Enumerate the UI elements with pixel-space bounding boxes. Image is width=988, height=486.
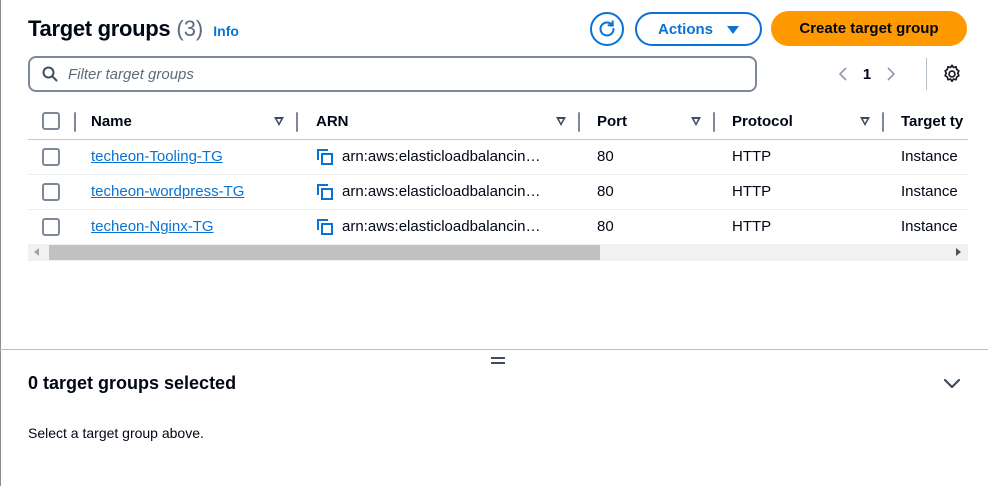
chevron-left-icon <box>838 67 847 81</box>
target-type-value: Instance <box>901 218 958 236</box>
column-header-port[interactable]: Port <box>580 104 715 140</box>
sort-icon[interactable] <box>556 116 566 126</box>
sort-icon[interactable] <box>691 116 701 126</box>
target-group-link[interactable]: techeon-wordpress-TG <box>91 183 244 200</box>
column-label-port: Port <box>597 112 627 130</box>
target-groups-table: Name ARN Port Protocol Target ty techeon… <box>28 104 968 244</box>
column-header-target-type[interactable]: Target ty <box>884 104 968 140</box>
drag-handle-icon[interactable] <box>491 357 505 365</box>
protocol-value: HTTP <box>732 183 772 200</box>
protocol-value: HTTP <box>732 148 772 165</box>
title-group: Target groups (3) Info <box>28 16 239 42</box>
pagination-divider <box>926 58 927 90</box>
scroll-right-arrow-icon[interactable] <box>956 248 961 256</box>
row-checkbox[interactable] <box>42 147 60 166</box>
row-checkbox[interactable] <box>42 217 60 236</box>
refresh-icon <box>599 20 615 37</box>
chevron-right-icon <box>887 67 896 81</box>
column-header-arn[interactable]: ARN <box>298 104 580 140</box>
settings-gear-icon[interactable] <box>941 63 963 85</box>
split-panel-border <box>0 349 988 350</box>
port-value: 80 <box>597 183 614 200</box>
table-row[interactable]: techeon-Nginx-TG arn:aws:elasticloadbala… <box>28 209 968 244</box>
info-link[interactable]: Info <box>213 23 239 39</box>
target-group-link[interactable]: techeon-Tooling-TG <box>91 148 223 165</box>
next-page-button[interactable] <box>880 62 902 86</box>
table-header-row: Name ARN Port Protocol Target ty <box>28 104 968 140</box>
target-type-value: Instance <box>901 148 958 165</box>
copy-icon[interactable] <box>316 218 334 236</box>
refresh-button[interactable] <box>590 12 624 46</box>
table-row[interactable]: techeon-wordpress-TG arn:aws:elasticload… <box>28 174 968 210</box>
previous-page-button[interactable] <box>832 62 854 86</box>
select-all-header <box>28 104 76 140</box>
arn-value: arn:aws:elasticloadbalancin… <box>342 148 541 165</box>
column-label-arn: ARN <box>316 112 349 130</box>
split-panel-title: 0 target groups selected <box>28 373 237 393</box>
sort-icon[interactable] <box>274 116 284 126</box>
create-target-group-button[interactable]: Create target group <box>771 11 967 46</box>
horizontal-scrollbar[interactable] <box>28 244 968 261</box>
copy-icon[interactable] <box>316 148 334 166</box>
caret-down-icon <box>727 26 739 34</box>
table-row[interactable]: techeon-Tooling-TG arn:aws:elasticloadba… <box>28 139 968 175</box>
arn-value: arn:aws:elasticloadbalancin… <box>342 218 541 236</box>
port-value: 80 <box>597 148 614 165</box>
page-title: Target groups <box>28 16 171 41</box>
page-header: Target groups (3) Info Actions Create ta… <box>28 10 968 48</box>
current-page[interactable]: 1 <box>854 66 880 83</box>
protocol-value: HTTP <box>732 218 772 236</box>
arn-value: arn:aws:elasticloadbalancin… <box>342 183 541 200</box>
copy-icon[interactable] <box>316 183 334 201</box>
column-label-name: Name <box>91 112 132 130</box>
scrollbar-thumb[interactable] <box>49 245 600 260</box>
left-border <box>0 0 1 486</box>
column-header-name[interactable]: Name <box>76 104 298 140</box>
port-value: 80 <box>597 218 614 236</box>
pagination: 1 <box>832 62 902 86</box>
actions-label: Actions <box>657 20 713 38</box>
split-panel-message: Select a target group above. <box>28 425 204 441</box>
search-icon <box>42 66 58 82</box>
sort-icon[interactable] <box>860 116 870 126</box>
actions-button[interactable]: Actions <box>635 12 762 46</box>
chevron-down-icon[interactable] <box>942 376 962 392</box>
target-type-value: Instance <box>901 183 958 200</box>
column-label-target-type: Target ty <box>901 112 964 130</box>
column-header-protocol[interactable]: Protocol <box>715 104 884 140</box>
select-all-checkbox[interactable] <box>42 112 60 131</box>
row-checkbox[interactable] <box>42 182 60 201</box>
filter-input[interactable] <box>68 65 718 83</box>
create-label: Create target group <box>799 20 939 37</box>
target-group-link[interactable]: techeon-Nginx-TG <box>91 218 214 235</box>
item-count: (3) <box>176 16 204 41</box>
scroll-left-arrow-icon[interactable] <box>34 248 39 256</box>
column-label-protocol: Protocol <box>732 112 793 130</box>
filter-field[interactable] <box>28 56 757 92</box>
